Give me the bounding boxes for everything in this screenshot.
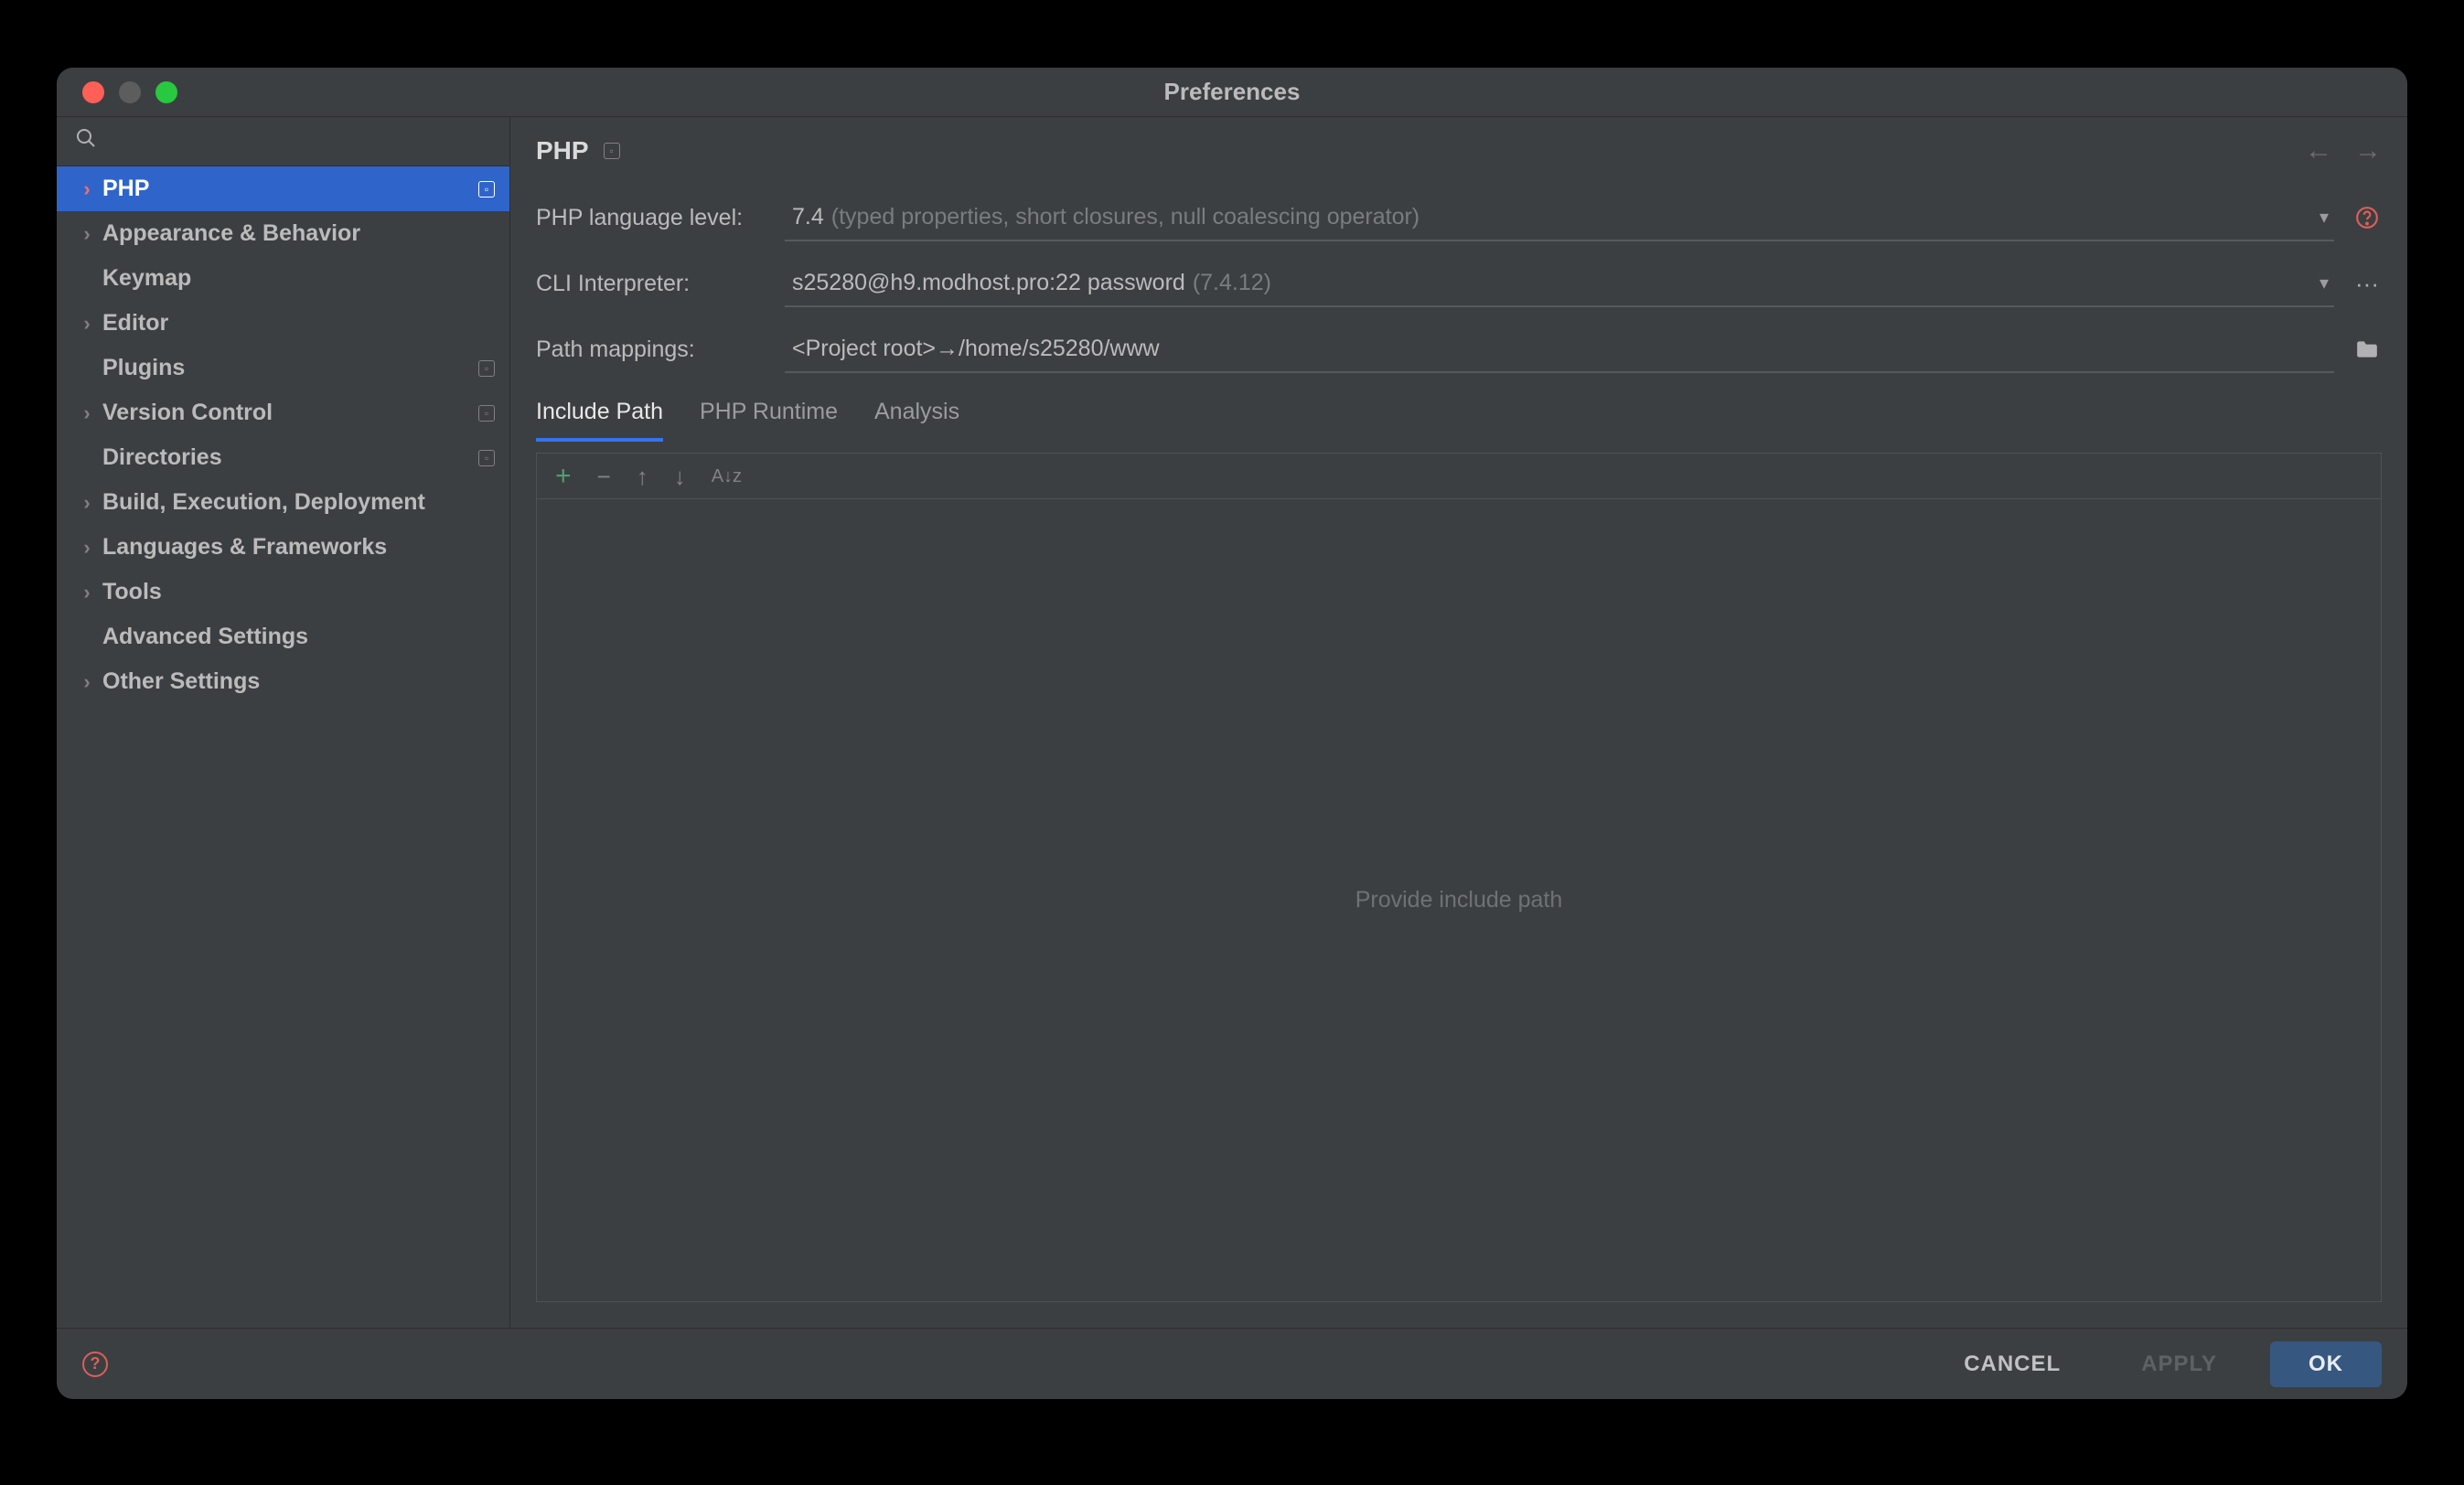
interpreter-browse-button[interactable]: ··· [2352,270,2382,298]
tab-analysis[interactable]: Analysis [874,399,959,442]
lang-level-hint: (typed properties, short closures, null … [831,204,1419,230]
titlebar: Preferences [57,68,2407,117]
minimize-window-button[interactable] [119,81,141,103]
lang-level-select[interactable]: 7.4 (typed properties, short closures, n… [785,194,2334,241]
sidebar-item-php[interactable]: ›PHP▫ [57,166,509,211]
lang-level-row: PHP language level: 7.4 (typed propertie… [536,185,2382,251]
for-project-badge: ▫ [478,405,495,422]
chevron-down-icon: ▾ [2319,272,2329,294]
sidebar-item-label: Appearance & Behavior [102,220,495,247]
settings-tree: ›PHP▫›Appearance & BehaviorKeymap›Editor… [57,166,509,1328]
search-input[interactable] [97,129,491,155]
for-project-badge: ▫ [478,360,495,377]
for-project-badge: ▫ [604,143,620,159]
sort-az-button[interactable]: A↓z [712,467,742,486]
breadcrumb-title: PHP [536,136,589,166]
sidebar-item-advanced-settings[interactable]: Advanced Settings [57,614,509,659]
interpreter-select[interactable]: s25280@h9.modhost.pro:22 password (7.4.1… [785,260,2334,307]
chevron-right-icon: › [75,670,99,694]
sidebar: ›PHP▫›Appearance & BehaviorKeymap›Editor… [57,117,510,1328]
sidebar-item-languages-frameworks[interactable]: ›Languages & Frameworks [57,525,509,570]
apply-button: APPLY [2114,1341,2244,1387]
chevron-right-icon: › [75,312,99,336]
tabs: Include Path PHP Runtime Analysis [510,382,2407,442]
close-window-button[interactable] [82,81,104,103]
sidebar-item-label: Languages & Frameworks [102,534,495,561]
lang-level-label: PHP language level: [536,205,766,231]
interpreter-hint: (7.4.12) [1193,270,1271,296]
include-toolbar: + − ↑ ↓ A↓z [537,454,2381,499]
chevron-right-icon: › [75,401,99,425]
sidebar-item-appearance-behavior[interactable]: ›Appearance & Behavior [57,211,509,256]
sidebar-item-tools[interactable]: ›Tools [57,570,509,614]
lang-level-help-icon[interactable] [2352,206,2382,230]
sidebar-item-other-settings[interactable]: ›Other Settings [57,659,509,704]
mappings-label: Path mappings: [536,337,766,363]
chevron-right-icon: › [75,581,99,604]
sidebar-item-label: PHP [102,176,478,202]
tab-include-path[interactable]: Include Path [536,399,663,442]
chevron-right-icon: › [75,222,99,246]
maximize-window-button[interactable] [155,81,177,103]
breadcrumb-nav: ← → [2305,135,2382,166]
sidebar-item-label: Version Control [102,400,478,426]
chevron-down-icon: ▾ [2319,206,2329,229]
interpreter-value: s25280@h9.modhost.pro:22 password [792,270,1185,296]
sidebar-item-editor[interactable]: ›Editor [57,301,509,346]
interpreter-row: CLI Interpreter: s25280@h9.modhost.pro:2… [536,251,2382,316]
traffic-lights [57,81,177,103]
window-title: Preferences [1164,78,1301,106]
chevron-right-icon: › [75,491,99,515]
ok-button[interactable]: OK [2270,1341,2382,1387]
form: PHP language level: 7.4 (typed propertie… [510,185,2407,382]
chevron-right-icon: › [75,536,99,560]
sidebar-item-label: Build, Execution, Deployment [102,489,495,516]
for-project-badge: ▫ [478,450,495,466]
sidebar-item-build-execution-deployment[interactable]: ›Build, Execution, Deployment [57,480,509,525]
sidebar-item-plugins[interactable]: Plugins▫ [57,346,509,390]
sidebar-item-label: Tools [102,579,495,605]
sidebar-item-label: Plugins [102,355,478,381]
move-up-button[interactable]: ↑ [637,465,648,488]
nav-forward-icon[interactable]: → [2354,135,2382,166]
footer-help-icon[interactable]: ? [82,1351,108,1377]
sidebar-item-keymap[interactable]: Keymap [57,256,509,301]
include-path-empty-text: Provide include path [537,499,2381,1301]
nav-back-icon[interactable]: ← [2305,135,2332,166]
sidebar-item-label: Directories [102,444,478,471]
mappings-browse-icon[interactable] [2352,339,2382,359]
main-panel: PHP ▫ ← → PHP language level: 7.4 (typed… [510,117,2407,1328]
sidebar-item-label: Editor [102,310,495,337]
chevron-right-icon: › [75,177,99,201]
cancel-button[interactable]: CANCEL [1936,1341,2088,1387]
sidebar-item-directories[interactable]: Directories▫ [57,435,509,480]
mappings-value: <Project root>→/home/s25280/www [792,336,1160,362]
breadcrumb-row: PHP ▫ ← → [510,117,2407,185]
move-down-button[interactable]: ↓ [674,465,686,488]
for-project-badge: ▫ [478,181,495,198]
mappings-field[interactable]: <Project root>→/home/s25280/www [785,326,2334,373]
preferences-window: Preferences ›PHP▫›Appearance & BehaviorK… [57,68,2407,1399]
sidebar-item-label: Advanced Settings [102,624,495,650]
sidebar-item-label: Keymap [102,265,495,292]
remove-button[interactable]: − [597,465,611,488]
dialog-footer: ? CANCEL APPLY OK [57,1328,2407,1399]
sidebar-item-label: Other Settings [102,668,495,695]
lang-level-value: 7.4 [792,204,824,230]
mappings-row: Path mappings: <Project root>→/home/s252… [536,316,2382,382]
sidebar-item-version-control[interactable]: ›Version Control▫ [57,390,509,435]
tab-php-runtime[interactable]: PHP Runtime [700,399,838,442]
interpreter-label: CLI Interpreter: [536,271,766,297]
search-icon [75,127,97,155]
include-path-panel: + − ↑ ↓ A↓z Provide include path [536,453,2382,1302]
search-row [57,117,509,166]
add-button[interactable]: + [555,463,572,490]
